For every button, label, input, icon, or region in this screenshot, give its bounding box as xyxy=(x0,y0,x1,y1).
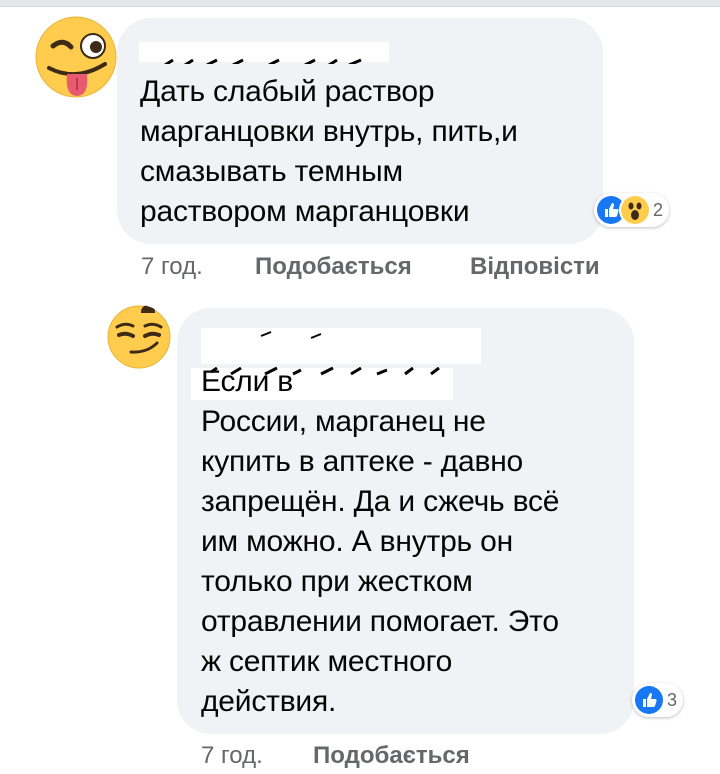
commenter-avatar[interactable] xyxy=(35,16,117,98)
top-divider xyxy=(0,0,720,7)
avatar-hair-tuft xyxy=(141,305,155,313)
comment-text: Дать слабый раствор марганцовки внутрь, … xyxy=(140,75,518,228)
reaction-summary[interactable]: 2 xyxy=(594,193,670,227)
like-link[interactable]: Подобається xyxy=(313,742,470,770)
reaction-count: 3 xyxy=(667,689,678,710)
comment-bubble: Если в России, марганец не купить в апте… xyxy=(177,308,634,734)
reply-link[interactable]: Відповісти xyxy=(470,253,600,281)
smirking-emoji-icon xyxy=(107,305,171,369)
commenter-avatar[interactable] xyxy=(107,305,171,369)
comment-text: Если в России, марганец не купить в апте… xyxy=(201,365,560,718)
comment-bubble: Дать слабый раствор марганцовки внутрь, … xyxy=(117,18,603,244)
reaction-count: 2 xyxy=(653,199,664,220)
reaction-summary[interactable]: 3 xyxy=(632,683,684,717)
comment-timestamp[interactable]: 7 год. xyxy=(141,253,203,281)
like-icon xyxy=(635,686,663,714)
redacted-author-name xyxy=(139,42,389,64)
winking-tongue-emoji-icon xyxy=(35,16,117,98)
comment-timestamp[interactable]: 7 год. xyxy=(201,742,263,770)
wow-icon xyxy=(621,196,649,224)
like-link[interactable]: Подобається xyxy=(255,253,412,281)
